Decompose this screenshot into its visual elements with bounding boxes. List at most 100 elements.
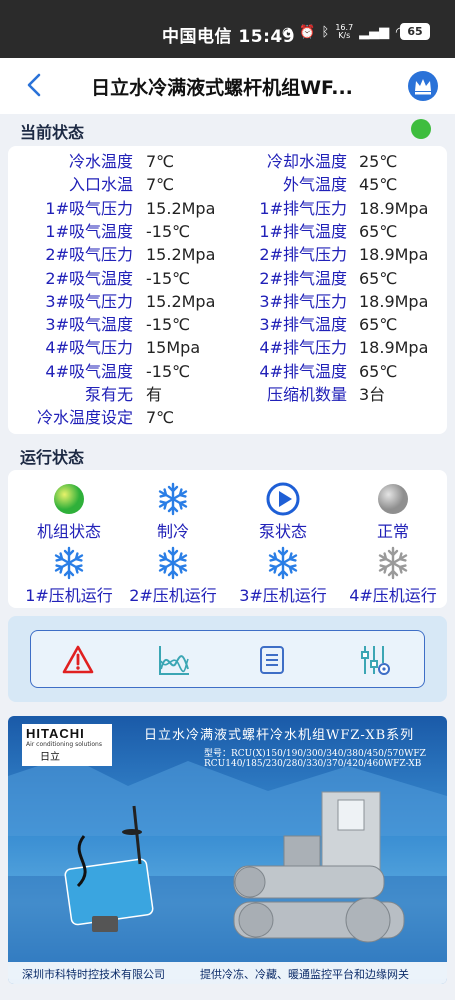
status-label: 3#吸气温度 [45, 315, 133, 335]
status-value: 15.2Mpa [146, 198, 216, 218]
snowflake-icon [266, 546, 300, 580]
alarm-icon[interactable] [61, 643, 95, 677]
status-value: 7℃ [146, 175, 175, 195]
run-status-card: 机组状态 制冷 泵状态 正常 1#压机运行 2#压机运行 3#压机运行 4#压机运行 [8, 470, 447, 608]
status-value: 18.9Mpa [359, 245, 429, 265]
run-status-item: 正常 [338, 482, 448, 542]
net-speed: 16.7 K/s [335, 23, 354, 40]
status-label: 1#吸气温度 [45, 221, 133, 241]
status-value: 15.2Mpa [146, 291, 216, 311]
status-label: 2#吸气温度 [45, 268, 133, 288]
banner-slogan: 提供冷冻、冷藏、暖通监控平台和边缘网关 [200, 968, 409, 981]
do-not-disturb-icon: ◔ [282, 24, 294, 40]
run-status-label: 正常 [376, 522, 409, 541]
run-status-item: 1#压机运行 [14, 546, 124, 606]
bluetooth-icon: ᛒ [321, 24, 330, 40]
crown-icon[interactable] [408, 71, 438, 101]
status-value: 18.9Mpa [359, 198, 429, 218]
alarm-clock-icon: ⏰ [299, 24, 316, 40]
run-status-label: 2#压机运行 [129, 586, 217, 605]
status-label: 3#吸气压力 [45, 291, 133, 311]
status-value: 18.9Mpa [359, 338, 429, 358]
run-status-item: 制冷 [118, 482, 228, 542]
run-status-item: 3#压机运行 [228, 546, 338, 606]
right-status-row: 4#排气温度 65℃ [228, 361, 447, 383]
status-value: 65℃ [359, 361, 398, 381]
status-label: 冷水温度 [68, 152, 133, 171]
status-label: 压缩机数量 [266, 385, 347, 404]
status-label: 1#吸气压力 [45, 198, 133, 218]
run-status-label: 制冷 [156, 522, 189, 541]
status-value: 7℃ [146, 408, 175, 428]
status-label: 4#排气温度 [259, 361, 347, 381]
chart-icon[interactable] [157, 643, 191, 677]
settings-icon[interactable] [357, 643, 391, 677]
right-status-row: 1#排气温度 65℃ [228, 221, 447, 243]
run-status-item: 4#压机运行 [338, 546, 448, 606]
list-icon[interactable] [255, 643, 289, 677]
battery-indicator: 65 [400, 23, 430, 40]
back-arrow-icon[interactable] [20, 70, 50, 100]
gray-orb-icon [376, 482, 410, 516]
left-status-row: 泵有无有 [8, 384, 227, 406]
current-status-card: 冷水温度 7℃ 入口水温 7℃ 1#吸气压力 15.2Mpa 1#吸气温度 -15℃ 2#吸气压… [8, 146, 447, 434]
status-label: 3#排气压力 [259, 291, 347, 311]
status-label: 1#排气温度 [259, 221, 347, 241]
status-value: 15.2Mpa [146, 245, 216, 265]
right-status-row: 冷却水温度 25℃ [228, 151, 447, 173]
left-status-row: 4#吸气压力 15Mpa [8, 337, 227, 359]
run-status-item: 泵状态 [228, 482, 338, 542]
status-value: -15℃ [146, 315, 191, 335]
right-status-row: 3#排气温度 65℃ [228, 314, 447, 336]
online-status-indicator [411, 119, 431, 139]
right-status-row: 压缩机数量 3台 [228, 384, 447, 406]
left-status-row: 2#吸气压力 15.2Mpa [8, 244, 227, 266]
status-value: 3台 [359, 385, 386, 404]
current-status-title: 当前状态 [20, 123, 85, 142]
carrier-time: 中国电信 15:49 [162, 27, 296, 47]
status-label: 外气温度 [282, 175, 347, 195]
right-status-row: 2#排气温度 65℃ [228, 268, 447, 290]
status-value: 65℃ [359, 221, 398, 241]
snowflake-icon [156, 546, 190, 580]
run-status-label: 机组状态 [36, 522, 101, 541]
status-value: 7℃ [146, 152, 175, 171]
play-circle-icon [266, 482, 300, 516]
status-label: 泵有无 [84, 385, 133, 404]
left-status-row: 冷水温度设定 7℃ [8, 407, 227, 429]
status-label: 4#吸气压力 [45, 338, 133, 358]
banner-company: 深圳市科特时控技术有限公司 [22, 968, 165, 981]
signal-icon: ▂▄▆ [359, 24, 390, 40]
status-value: -15℃ [146, 361, 191, 381]
page-title: 日立水冷满液式螺杆机组WF... [91, 77, 353, 99]
left-status-row: 冷水温度 7℃ [8, 151, 227, 173]
banner-footer: 深圳市科特时控技术有限公司 提供冷冻、冷藏、暖通监控平台和边缘网关 [8, 962, 447, 984]
hitachi-logo: HITACHI Air conditioning solutions 日立 [22, 724, 112, 766]
run-status-label: 3#压机运行 [239, 586, 327, 605]
status-label: 4#排气压力 [259, 338, 347, 358]
status-value: 有 [146, 385, 163, 404]
snowflake-icon [52, 546, 86, 580]
right-status-row: 2#排气压力 18.9Mpa [228, 244, 447, 266]
run-status-title: 运行状态 [20, 448, 85, 467]
product-banner[interactable]: HITACHI Air conditioning solutions 日立 日立… [8, 716, 447, 984]
right-status-row: 外气温度 45℃ [228, 174, 447, 196]
status-label: 1#排气压力 [259, 198, 347, 218]
banner-models-line1: 型号：RCU(X)150/190/300/340/380/450/570WFZ [204, 749, 426, 759]
right-status-row: 1#排气压力 18.9Mpa [228, 198, 447, 220]
system-status-bar: 中国电信 15:49 ◔ ⏰ ᛒ 16.7K/s ▂▄▆ ◠ 65 [0, 0, 455, 58]
left-status-row: 1#吸气压力 15.2Mpa [8, 198, 227, 220]
status-value: 65℃ [359, 315, 398, 335]
status-label: 4#吸气温度 [45, 361, 133, 381]
run-status-label: 4#压机运行 [349, 586, 437, 605]
snowflake-icon [156, 482, 190, 516]
function-toolbar [30, 630, 425, 688]
status-label: 冷却水温度 [266, 152, 347, 171]
status-value: -15℃ [146, 268, 191, 288]
run-status-item: 机组状态 [14, 482, 124, 542]
green-orb-icon [52, 482, 86, 516]
status-value: 18.9Mpa [359, 291, 429, 311]
run-status-label: 泵状态 [258, 522, 307, 541]
status-value: 45℃ [359, 175, 398, 195]
status-label: 3#排气温度 [259, 315, 347, 335]
